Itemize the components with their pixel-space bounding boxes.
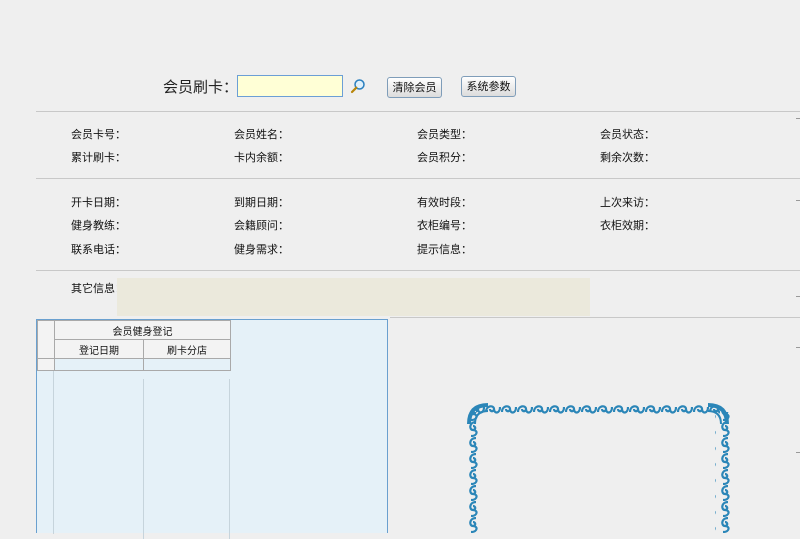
fitness-need-label: 健身需求： — [234, 243, 289, 256]
edge-tick — [796, 296, 800, 297]
expire-date-label: 到期日期： — [234, 196, 289, 209]
table-cell[interactable] — [143, 358, 231, 371]
row-header-cell[interactable] — [37, 358, 55, 371]
remaining-count-label: 剩余次数： — [600, 151, 655, 164]
fitness-log-grid[interactable]: 会员健身登记 登记日期 刷卡分店 — [36, 319, 388, 539]
divider — [36, 270, 800, 271]
system-params-button[interactable]: 系统参数 — [461, 76, 516, 97]
name-label: 会员姓名： — [234, 128, 289, 141]
card-balance-label: 卡内余额： — [234, 151, 289, 164]
swipe-card-label: 会员刷卡： — [163, 78, 239, 96]
divider — [36, 111, 800, 112]
search-icon[interactable] — [350, 78, 366, 94]
coach-label: 健身教练： — [71, 219, 126, 232]
locker-no-label: 衣柜编号： — [417, 219, 472, 232]
phone-label: 联系电话： — [71, 243, 126, 256]
clear-member-button[interactable]: 清除会员 — [387, 77, 442, 98]
grid-column-line — [143, 379, 144, 539]
photo-frame — [466, 402, 730, 533]
grid-column-line — [229, 379, 230, 539]
member-points-label: 会员积分： — [417, 151, 472, 164]
locker-expire-label: 衣柜效期： — [600, 219, 655, 232]
open-date-label: 开卡日期： — [71, 196, 126, 209]
member-status-label: 会员状态： — [600, 128, 655, 141]
grid-title: 会员健身登记 — [54, 320, 231, 340]
valid-period-label: 有效时段： — [417, 196, 472, 209]
column-header-branch[interactable]: 刷卡分店 — [143, 339, 231, 359]
edge-tick — [796, 200, 800, 201]
hint-label: 提示信息： — [417, 243, 472, 256]
swipe-card-input[interactable] — [237, 75, 343, 97]
table-cell[interactable] — [54, 358, 144, 371]
last-visit-label: 上次来访： — [600, 196, 655, 209]
column-header-date[interactable]: 登记日期 — [54, 339, 144, 359]
fitness-log-table: 会员健身登记 登记日期 刷卡分店 — [37, 320, 231, 371]
other-info-box — [117, 278, 590, 316]
divider — [36, 178, 800, 179]
edge-tick — [796, 452, 800, 453]
edge-tick — [796, 118, 800, 119]
card-no-label: 会员卡号： — [71, 128, 126, 141]
total-swipes-label: 累计刷卡： — [71, 151, 126, 164]
member-type-label: 会员类型： — [417, 128, 472, 141]
consultant-label: 会籍顾问： — [234, 219, 289, 232]
divider — [390, 317, 800, 318]
grid-corner-cell — [37, 320, 55, 359]
edge-tick — [796, 347, 800, 348]
